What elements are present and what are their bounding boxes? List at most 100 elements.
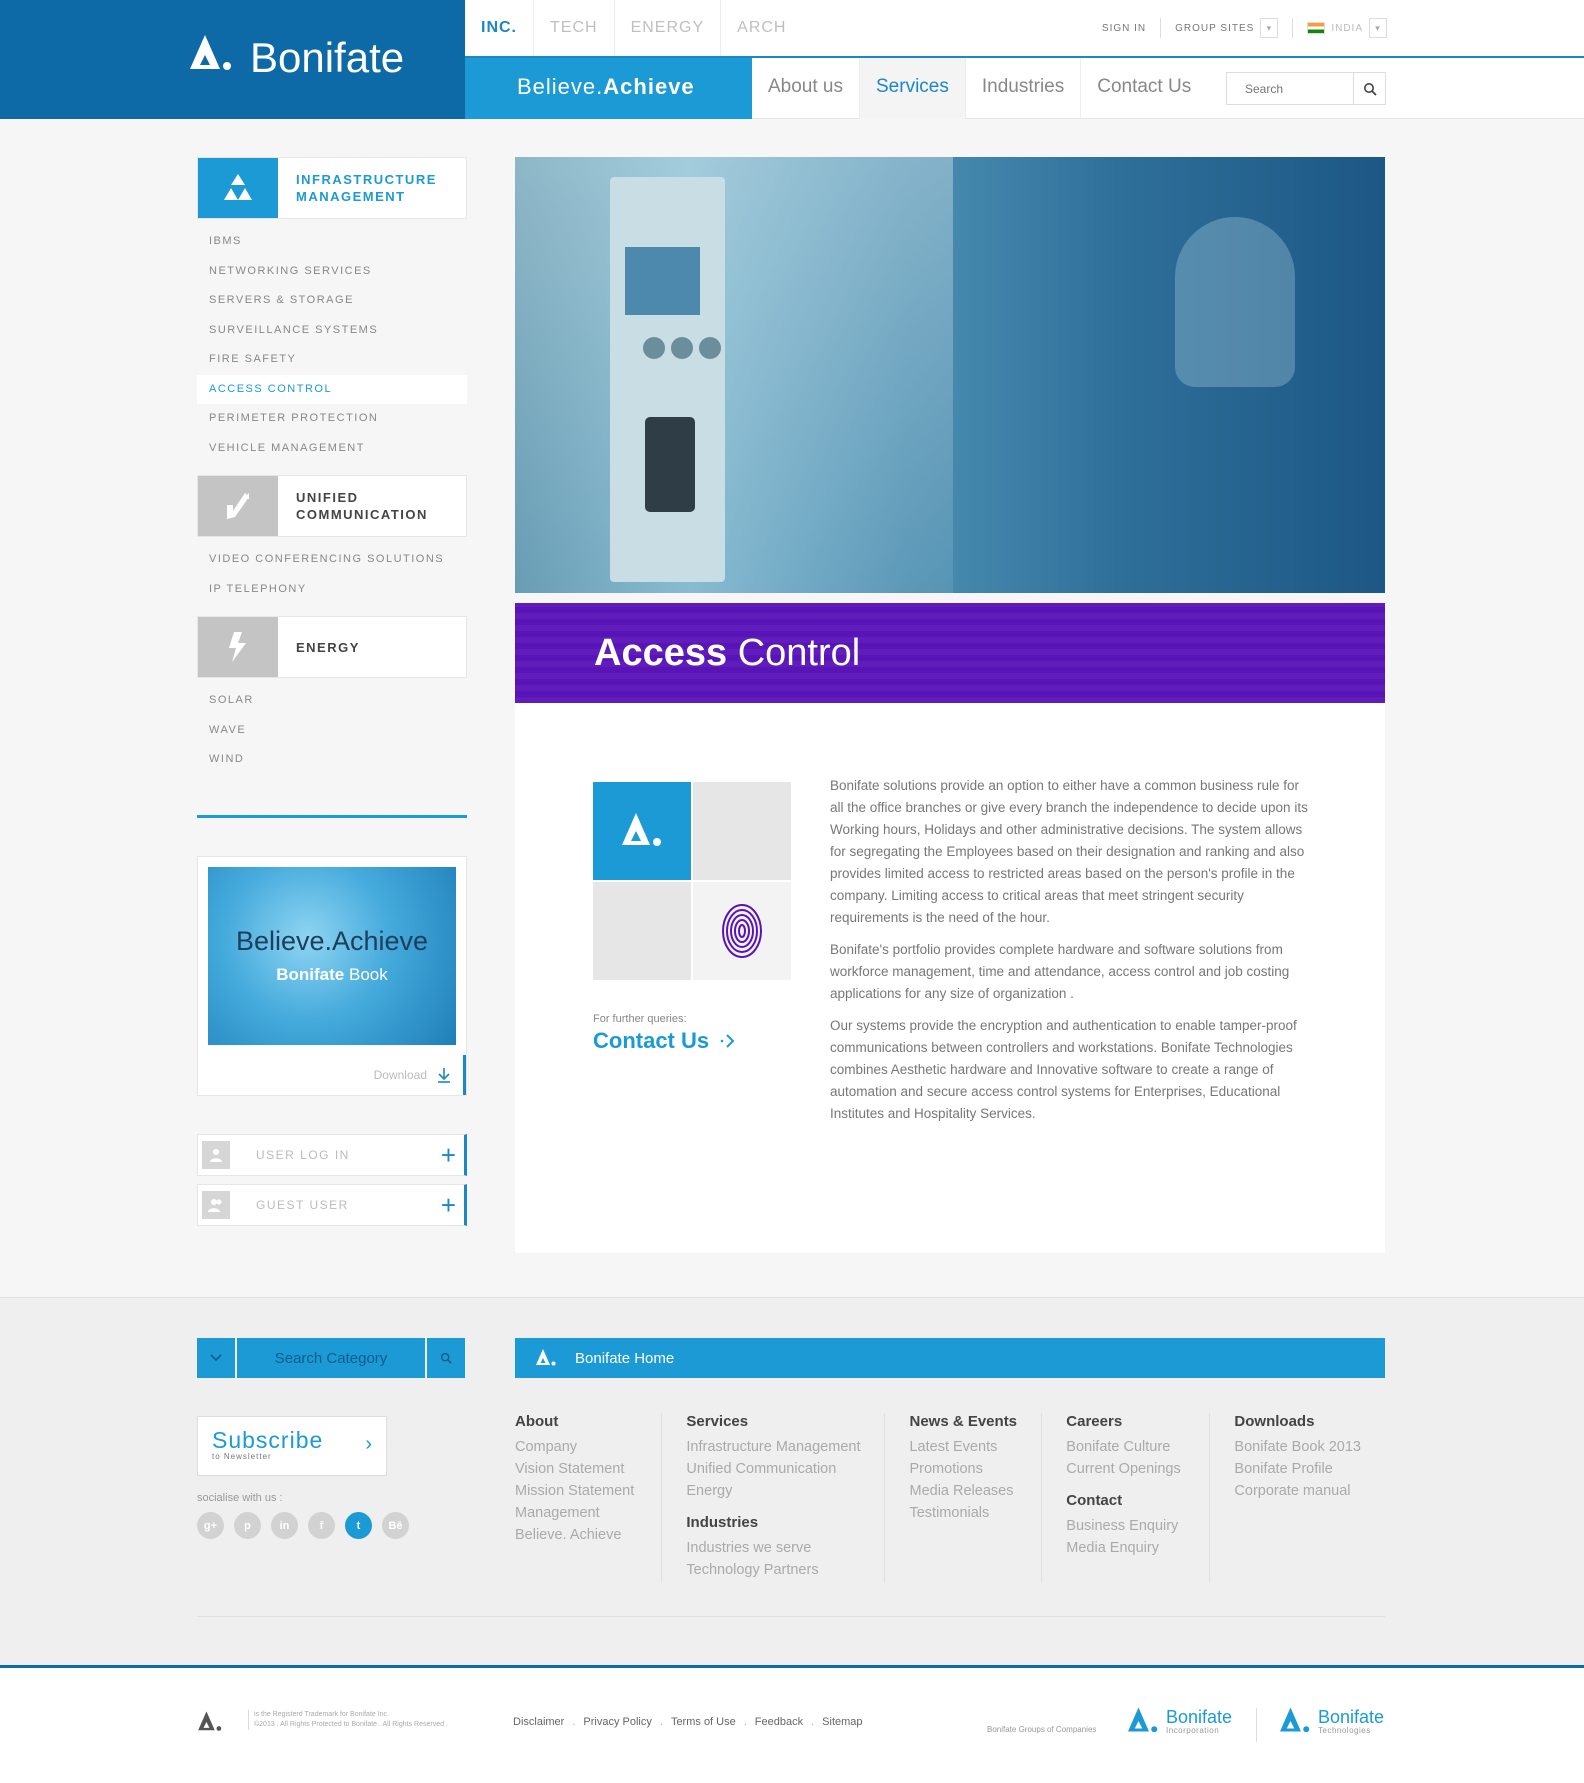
sidebar-item-surveillance-systems[interactable]: SURVEILLANCE SYSTEMS (197, 316, 467, 346)
footer-column-downloads: Downloads Bonifate Book 2013 Bonifate Pr… (1234, 1413, 1385, 1583)
sidebar-item-vehicle-management[interactable]: VEHICLE MANAGEMENT (197, 434, 467, 464)
sidebar-item-solar[interactable]: SOLAR (197, 686, 467, 716)
footer-link[interactable]: Business Enquiry (1066, 1515, 1185, 1537)
behance-icon[interactable]: Bē (382, 1512, 409, 1539)
terms-of-use-link[interactable]: Terms of Use (671, 1716, 736, 1728)
footer-link[interactable]: Media Releases (909, 1480, 1017, 1502)
group-sites-label: GROUP SITES (1175, 22, 1255, 34)
google-plus-icon[interactable]: g+ (197, 1512, 224, 1539)
footer-link[interactable]: Media Enquiry (1066, 1537, 1185, 1559)
category-unified-communication[interactable]: UNIFIED COMMUNICATION (197, 475, 467, 537)
footer-link[interactable]: Technology Partners (686, 1559, 860, 1581)
search-category-field[interactable]: Search Category (237, 1338, 425, 1378)
footer-link[interactable]: Testimonials (909, 1502, 1017, 1524)
company-technologies[interactable]: Bonifate Technologies (1278, 1706, 1384, 1736)
tab-inc[interactable]: INC. (465, 0, 534, 56)
sidebar-item-video-conferencing[interactable]: VIDEO CONFERENCING SOLUTIONS (197, 545, 467, 575)
sign-in-link[interactable]: SIGN IN (1102, 23, 1146, 34)
sitemap-link[interactable]: Sitemap (822, 1716, 862, 1728)
sidebar-item-wave[interactable]: WAVE (197, 716, 467, 746)
footer-link[interactable]: Company (515, 1436, 637, 1458)
bonifate-logo-icon (622, 813, 661, 846)
contact-us-link[interactable]: Contact Us (593, 1028, 737, 1054)
hero-keypad-button (643, 337, 665, 359)
footer-link[interactable]: Corporate manual (1234, 1480, 1361, 1502)
footer-link[interactable]: Unified Communication (686, 1458, 860, 1480)
footer-link[interactable]: Bonifate Profile (1234, 1458, 1361, 1480)
subscribe-newsletter-button[interactable]: Subscribe to Newsletter › (197, 1416, 387, 1476)
user-login-button[interactable]: USER LOG IN + (197, 1133, 467, 1176)
nav-contact-us[interactable]: Contact Us (1081, 58, 1207, 119)
footer-link[interactable]: Promotions (909, 1458, 1017, 1480)
company-incorporation[interactable]: Bonifate Incorporation (1126, 1706, 1232, 1736)
category-title-line1: UNIFIED (296, 490, 359, 505)
company-name: Bonifate (1318, 1706, 1385, 1727)
download-button[interactable]: Download (374, 1054, 466, 1095)
category-title: ENERGY (278, 617, 360, 677)
group-sites-dropdown[interactable]: GROUP SITES ▾ (1175, 18, 1279, 38)
disclaimer-link[interactable]: Disclaimer (513, 1716, 564, 1728)
twitter-icon[interactable]: t (345, 1512, 372, 1539)
footer-link[interactable]: Energy (686, 1480, 860, 1502)
sidebar-item-ibms[interactable]: IBMS (197, 227, 467, 257)
footer-link[interactable]: Believe. Achieve (515, 1524, 637, 1546)
slogan-part2: Achieve (603, 74, 695, 99)
footer-link[interactable]: Vision Statement (515, 1458, 637, 1480)
nav-industries[interactable]: Industries (966, 58, 1082, 119)
hero-fingerprint-sensor (645, 417, 695, 512)
main-content: Access Control For further queries: Cont… (515, 157, 1385, 1253)
category-search-button[interactable] (427, 1338, 465, 1378)
sidebar-item-perimeter-protection[interactable]: PERIMETER PROTECTION (197, 404, 467, 434)
bottom-bar: is the Registerd Trademark for Bonifate … (0, 1668, 1584, 1783)
bottom-links: Disclaimer. Privacy Policy. Terms of Use… (513, 1716, 863, 1728)
guest-user-button[interactable]: GUEST USER + (197, 1183, 467, 1226)
search-button[interactable] (1353, 73, 1385, 104)
logo-block[interactable]: Bonifate (0, 0, 465, 119)
footer-link[interactable]: Bonifate Book 2013 (1234, 1436, 1361, 1458)
footer-link[interactable]: Infrastructure Management (686, 1436, 860, 1458)
users-icon (202, 1190, 230, 1219)
sidebar-item-ip-telephony[interactable]: IP TELEPHONY (197, 575, 467, 605)
footer-heading: Careers (1066, 1413, 1123, 1430)
footer-link[interactable]: Management (515, 1502, 637, 1524)
nav-about-us[interactable]: About us (752, 58, 860, 119)
page-title: Access Control (594, 632, 860, 675)
bonifate-home-label: Bonifate Home (575, 1349, 675, 1367)
sidebar-item-fire-safety[interactable]: FIRE SAFETY (197, 345, 467, 375)
sidebar-item-networking-services[interactable]: NETWORKING SERVICES (197, 257, 467, 287)
footer-link[interactable]: Mission Statement (515, 1480, 637, 1502)
tab-energy[interactable]: ENERGY (615, 0, 722, 56)
bonifate-home-bar[interactable]: Bonifate Home (515, 1338, 1385, 1378)
group-label: Bonifate Groups of Companies (987, 1725, 1097, 1734)
tab-tech[interactable]: TECH (534, 0, 615, 56)
footer-link[interactable]: Industries we serve (686, 1537, 860, 1559)
nav-services[interactable]: Services (860, 58, 966, 119)
footer-link[interactable]: Current Openings (1066, 1458, 1185, 1480)
submenu-energy: SOLAR WAVE WIND (197, 678, 467, 787)
contact-us-label: Contact Us (593, 1028, 710, 1053)
book-sub-rest: Book (348, 965, 388, 984)
hero-person-silhouette (1175, 217, 1295, 387)
feedback-link[interactable]: Feedback (755, 1716, 803, 1728)
sidebar-item-access-control[interactable]: ACCESS CONTROL (197, 374, 467, 404)
facebook-icon[interactable]: f (308, 1512, 335, 1539)
book-sub-bold: Bonifate (276, 965, 345, 984)
site-header: Bonifate INC. TECH ENERGY ARCH SIGN IN G… (0, 0, 1584, 119)
category-dropdown-button[interactable] (197, 1338, 235, 1378)
footer-link[interactable]: Bonifate Culture (1066, 1436, 1185, 1458)
footer-link[interactable]: Latest Events (909, 1436, 1017, 1458)
arrow-right-icon: › (365, 1433, 372, 1455)
category-energy[interactable]: ENERGY (197, 616, 467, 678)
privacy-policy-link[interactable]: Privacy Policy (583, 1716, 651, 1728)
tab-arch[interactable]: ARCH (721, 0, 802, 56)
pinterest-icon[interactable]: p (234, 1512, 261, 1539)
sidebar-item-servers-storage[interactable]: SERVERS & STORAGE (197, 286, 467, 316)
sidebar-item-wind[interactable]: WIND (197, 745, 467, 775)
bonifate-logo-icon (536, 1349, 556, 1366)
linkedin-icon[interactable]: in (271, 1512, 298, 1539)
category-infrastructure-management[interactable]: INFRASTRUCTURE MANAGEMENT (197, 157, 467, 219)
country-dropdown[interactable]: INDIA ▾ (1307, 18, 1387, 38)
search-input[interactable] (1227, 73, 1355, 104)
footer-heading: Contact (1066, 1492, 1123, 1509)
book-cover-image[interactable]: Believe.Achieve Bonifate Book (208, 866, 456, 1045)
